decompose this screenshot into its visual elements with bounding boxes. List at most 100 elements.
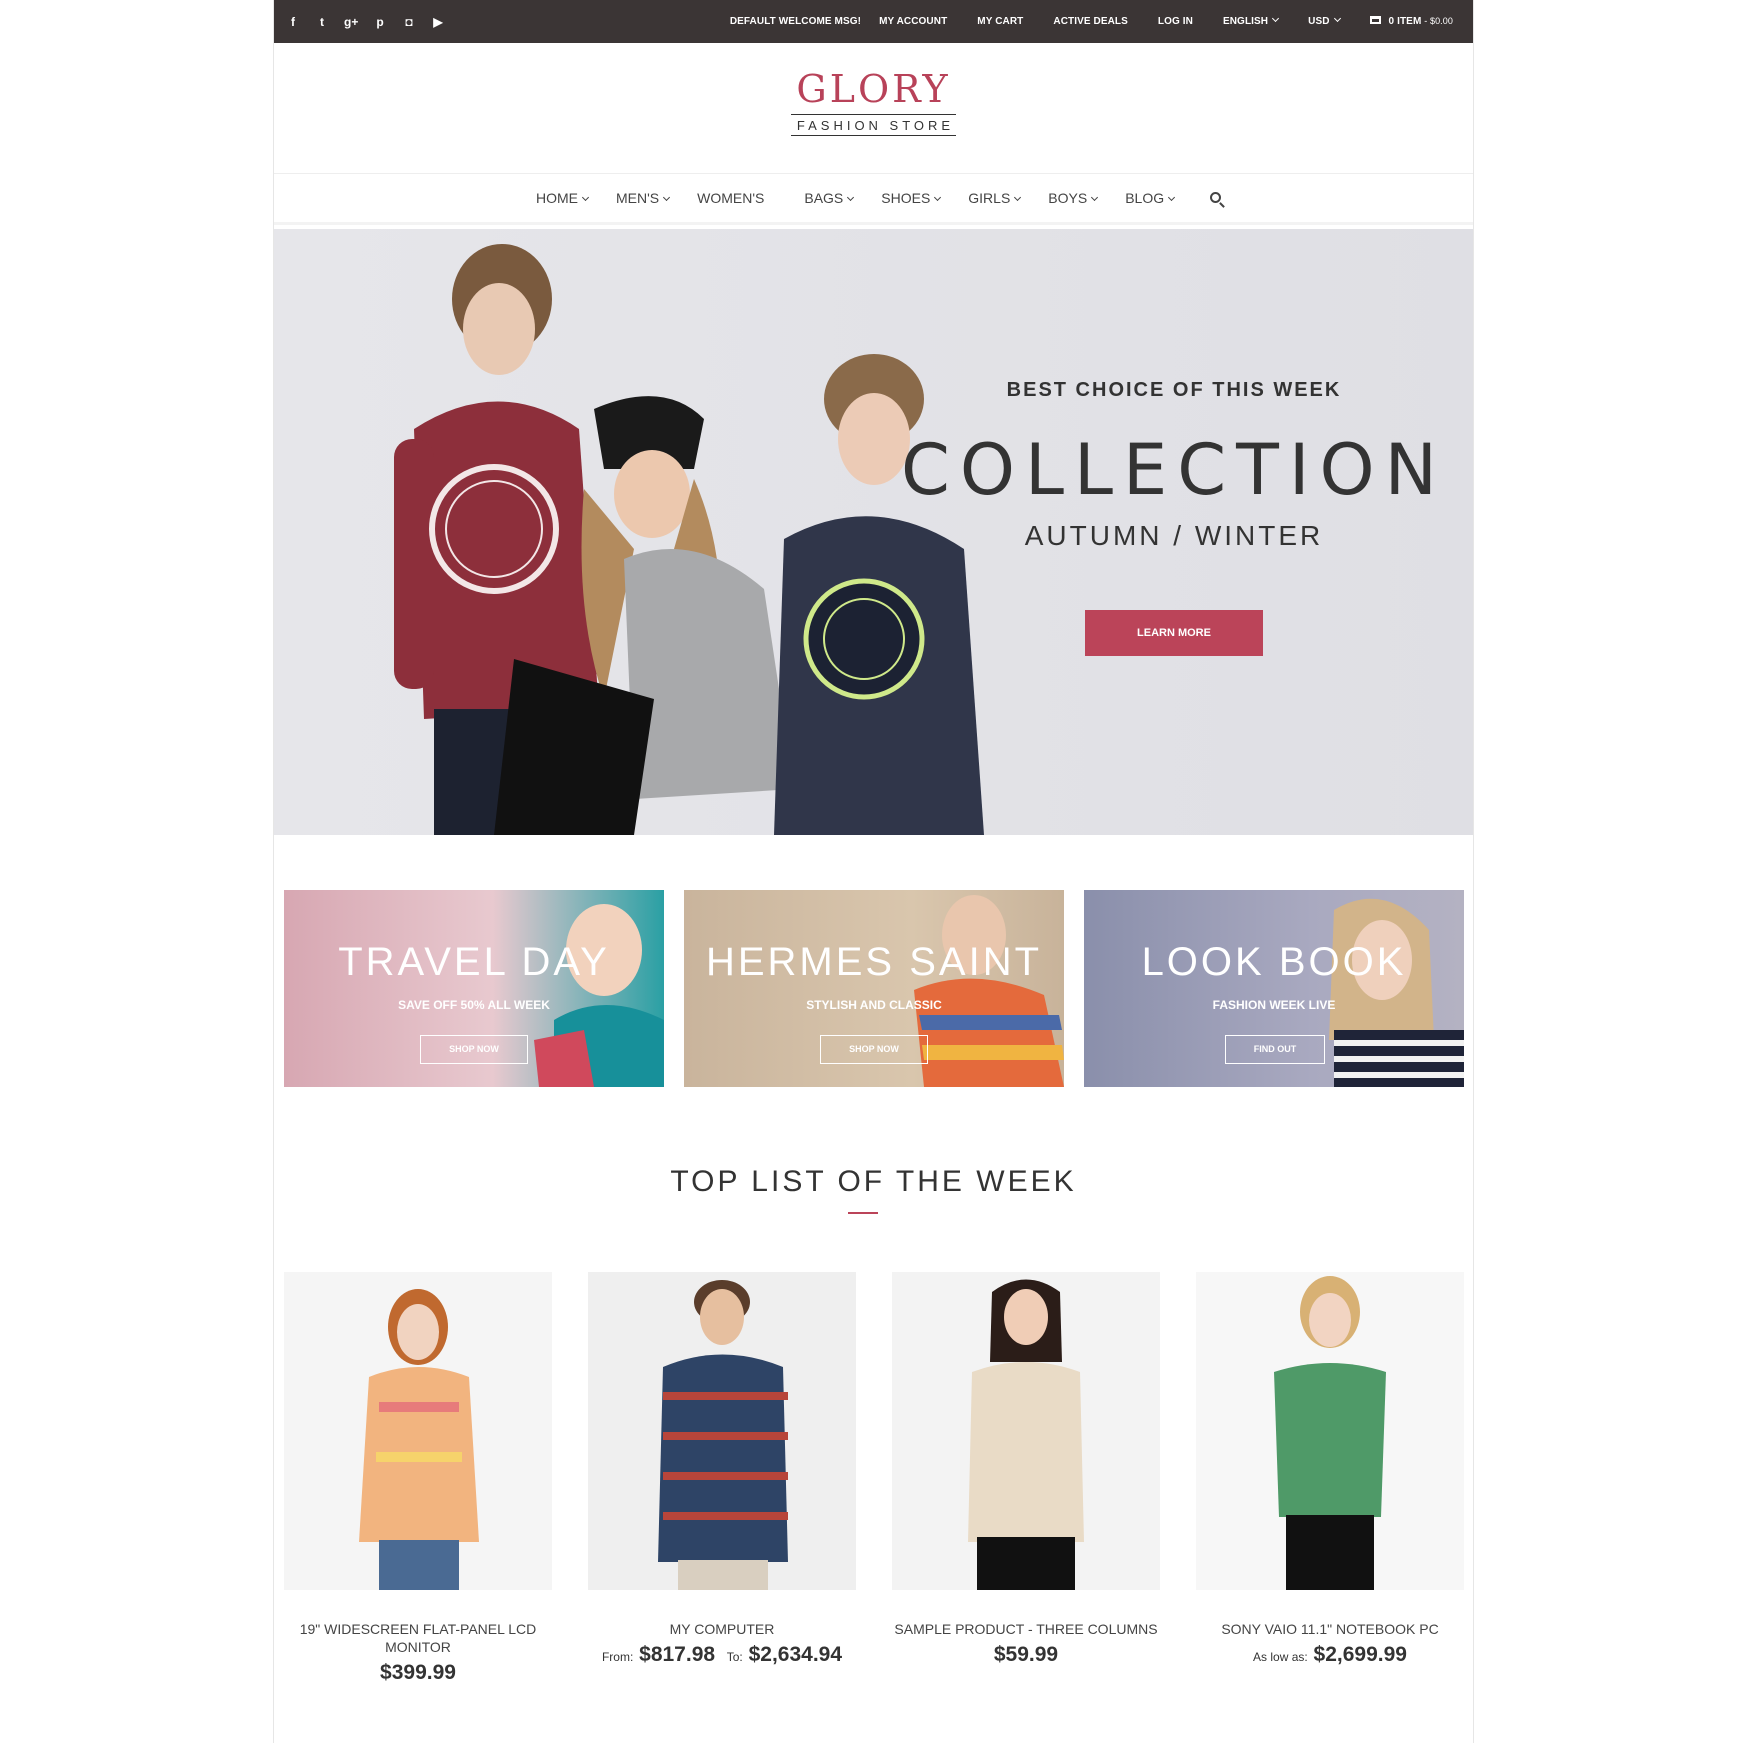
my-cart-link[interactable]: MY CART — [977, 16, 1023, 27]
currency-label: USD — [1308, 16, 1330, 27]
product-price: As low as: $2,699.99 — [1196, 1643, 1464, 1667]
hero-content: BEST CHOICE OF THIS WEEK COLLECTION AUTU… — [894, 379, 1454, 656]
site-logo[interactable]: GLORY FASHION STORE — [274, 69, 1473, 136]
banner-subtitle: SAVE OFF 50% ALL WEEK — [398, 998, 550, 1012]
login-link[interactable]: LOG IN — [1158, 16, 1193, 27]
youtube-icon[interactable]: ▶ — [431, 15, 445, 29]
banner-title: LOOK BOOK — [1141, 940, 1407, 984]
welcome-message: DEFAULT WELCOME MSG! — [729, 16, 862, 27]
product-card[interactable]: 19" WIDESCREEN FLAT-PANEL LCD MONITOR $3… — [284, 1272, 552, 1685]
price-value: $2,699.99 — [1313, 1643, 1407, 1666]
product-image[interactable] — [1196, 1272, 1464, 1590]
nav-label: BLOG — [1125, 190, 1165, 206]
instagram-icon[interactable]: ◘ — [402, 15, 416, 29]
banner-subtitle: STYLISH AND CLASSIC — [806, 998, 942, 1012]
product-photo — [1196, 1272, 1464, 1590]
nav-label: MEN'S — [616, 190, 660, 206]
chevron-down-icon — [1272, 14, 1280, 23]
google-plus-icon[interactable]: g+ — [344, 15, 358, 29]
banner-subtitle: FASHION WEEK LIVE — [1212, 998, 1336, 1012]
hero-kicker: BEST CHOICE OF THIS WEEK — [1006, 379, 1342, 401]
nav-item-home[interactable]: HOME — [536, 190, 590, 206]
product-card[interactable]: SONY VAIO 11.1" NOTEBOOK PC As low as: $… — [1196, 1272, 1464, 1667]
nav-label: HOME — [536, 190, 578, 206]
chevron-down-icon — [934, 193, 942, 202]
chevron-down-icon — [1091, 193, 1099, 202]
nav-item-womens[interactable]: WOMEN'S — [697, 190, 764, 206]
my-account-link[interactable]: MY ACCOUNT — [879, 16, 947, 27]
banner-button[interactable]: SHOP NOW — [420, 1035, 528, 1064]
hero-subtitle: AUTUMN / WINTER — [1024, 520, 1324, 551]
currency-dropdown[interactable]: USD — [1308, 14, 1341, 27]
top-bar: f t g+ p ◘ ▶ DEFAULT WELCOME MSG! MY ACC… — [274, 0, 1473, 43]
price-from: $817.98 — [639, 1643, 716, 1666]
main-navigation: HOME MEN'S WOMEN'S BAGS SHOES GIRLS BOYS… — [274, 175, 1473, 225]
page-container: f t g+ p ◘ ▶ DEFAULT WELCOME MSG! MY ACC… — [273, 0, 1474, 1743]
price-to: $2,634.94 — [748, 1643, 843, 1666]
banner-button[interactable]: FIND OUT — [1225, 1035, 1325, 1064]
chevron-down-icon — [663, 193, 671, 202]
nav-label: BAGS — [804, 190, 844, 206]
banner-title: HERMES SAINT — [705, 940, 1043, 984]
logo-subtitle: FASHION STORE — [790, 114, 957, 136]
chevron-down-icon — [847, 193, 855, 202]
product-photo — [588, 1272, 856, 1590]
price-to-label: To: — [726, 1650, 743, 1664]
search-icon — [1210, 192, 1222, 203]
banner-look-book[interactable]: LOOK BOOK FASHION WEEK LIVE FIND OUT — [1084, 890, 1464, 1087]
product-name[interactable]: 19" WIDESCREEN FLAT-PANEL LCD MONITOR — [284, 1620, 552, 1656]
nav-label: WOMEN'S — [697, 190, 765, 206]
product-photo — [892, 1272, 1160, 1590]
product-price-range: From: $817.98 To: $2,634.94 — [588, 1643, 856, 1667]
product-name[interactable]: MY COMPUTER — [588, 1620, 856, 1638]
language-label: ENGLISH — [1222, 16, 1269, 27]
product-image[interactable] — [284, 1272, 552, 1590]
product-price: $399.99 — [380, 1661, 456, 1684]
nav-label: BOYS — [1048, 190, 1088, 206]
facebook-icon[interactable]: f — [286, 15, 300, 29]
banner-title: TRAVEL DAY — [338, 940, 610, 984]
nav-item-shoes[interactable]: SHOES — [881, 190, 942, 206]
title-divider — [848, 1212, 878, 1214]
hero-slider: BEST CHOICE OF THIS WEEK COLLECTION AUTU… — [274, 229, 1473, 835]
product-price: $59.99 — [993, 1643, 1059, 1666]
product-card[interactable]: MY COMPUTER From: $817.98 To: $2,634.94 — [588, 1272, 856, 1667]
product-image[interactable] — [588, 1272, 856, 1590]
logo-title: GLORY — [796, 67, 951, 111]
cart-items: 0 ITEM — [1388, 16, 1422, 27]
product-photo — [284, 1272, 552, 1590]
cart-total: - $0.00 — [1424, 16, 1453, 26]
banner-hermes-saint[interactable]: HERMES SAINT STYLISH AND CLASSIC SHOP NO… — [684, 890, 1064, 1087]
header-logo-area: GLORY FASHION STORE — [274, 43, 1473, 174]
active-deals-link[interactable]: ACTIVE DEALS — [1053, 16, 1128, 27]
mini-cart[interactable]: 0 ITEM - $0.00 — [1369, 16, 1453, 27]
banner-travel-day[interactable]: TRAVEL DAY SAVE OFF 50% ALL WEEK SHOP NO… — [284, 890, 664, 1087]
nav-label: SHOES — [881, 190, 931, 206]
cart-icon — [1369, 16, 1381, 24]
nav-item-girls[interactable]: GIRLS — [968, 190, 1022, 206]
nav-item-boys[interactable]: BOYS — [1048, 190, 1099, 206]
chevron-down-icon — [1168, 193, 1176, 202]
social-links: f t g+ p ◘ ▶ — [286, 0, 445, 43]
product-card[interactable]: SAMPLE PRODUCT - THREE COLUMNS $59.99 — [892, 1272, 1160, 1667]
learn-more-button[interactable]: LEARN MORE — [1085, 610, 1263, 656]
product-name[interactable]: SAMPLE PRODUCT - THREE COLUMNS — [892, 1620, 1160, 1638]
banner-button[interactable]: SHOP NOW — [820, 1035, 928, 1064]
product-image[interactable] — [892, 1272, 1160, 1590]
price-from-label: From: — [601, 1650, 634, 1664]
nav-search[interactable] — [1202, 190, 1222, 206]
language-dropdown[interactable]: ENGLISH — [1222, 14, 1280, 27]
chevron-down-icon — [1333, 14, 1341, 23]
nav-item-bags[interactable]: BAGS — [804, 190, 855, 206]
twitter-icon[interactable]: t — [315, 15, 329, 29]
nav-item-mens[interactable]: MEN'S — [616, 190, 671, 206]
nav-label: GIRLS — [968, 190, 1011, 206]
nav-item-blog[interactable]: BLOG — [1125, 190, 1176, 206]
price-low-label: As low as: — [1253, 1650, 1308, 1664]
hero-title: COLLECTION — [901, 429, 1447, 511]
chevron-down-icon — [581, 193, 590, 202]
top-list-title: TOP LIST OF THE WEEK — [670, 1165, 1077, 1198]
chevron-down-icon — [1014, 193, 1022, 202]
pinterest-icon[interactable]: p — [373, 15, 387, 29]
product-name[interactable]: SONY VAIO 11.1" NOTEBOOK PC — [1196, 1620, 1464, 1638]
